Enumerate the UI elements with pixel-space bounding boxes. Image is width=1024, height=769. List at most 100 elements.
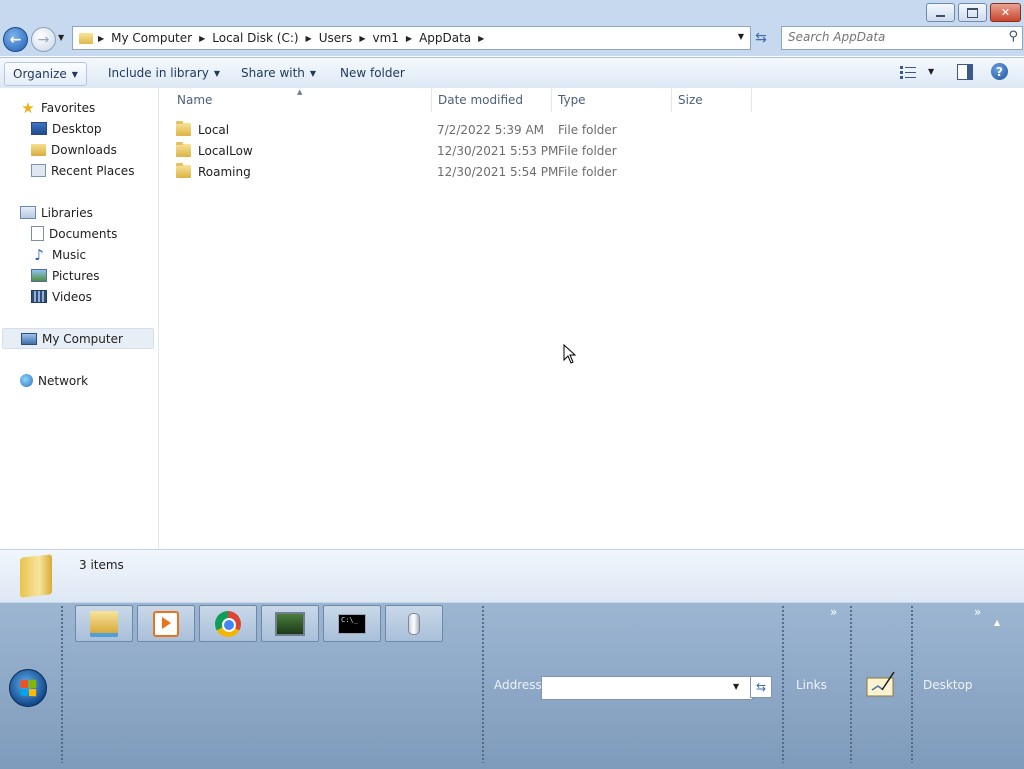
column-header-type[interactable]: Type	[552, 88, 672, 112]
forward-button[interactable]: →	[31, 27, 56, 52]
restore-button[interactable]	[958, 3, 987, 22]
file-type: File folder	[558, 143, 617, 158]
column-header-size[interactable]: Size	[672, 88, 752, 112]
go-button[interactable]: ⇆	[750, 676, 772, 698]
table-row[interactable]: Local 7/2/2022 5:39 AM File folder	[171, 119, 731, 140]
view-options-dropdown[interactable]: ▼	[928, 67, 934, 76]
nav-pictures[interactable]: Pictures	[31, 265, 100, 286]
nav-documents-label: Documents	[49, 226, 118, 241]
breadcrumb-local-disk[interactable]: Local Disk (C:)	[206, 31, 304, 45]
chevron-down-icon: ▼	[71, 69, 78, 79]
nav-documents[interactable]: Documents	[31, 223, 117, 244]
address-bar[interactable]: ▶ My Computer ▶ Local Disk (C:) ▶ Users …	[72, 26, 751, 50]
links-toolbar-label: Links	[796, 678, 827, 692]
chevron-right-icon[interactable]: ▶	[358, 34, 366, 43]
address-row: ← → ▼ ▶ My Computer ▶ Local Disk (C:) ▶ …	[0, 24, 1024, 56]
nav-music[interactable]: ♪ Music	[31, 244, 86, 265]
column-header-date-modified[interactable]: Date modified	[432, 88, 552, 112]
share-with-button[interactable]: Share with ▼	[233, 62, 324, 84]
search-icon[interactable]: ⚲	[1008, 29, 1018, 44]
command-prompt-icon: C:\_	[338, 613, 366, 634]
nav-videos[interactable]: Videos	[31, 286, 92, 307]
taskbar-chrome-button[interactable]	[199, 605, 257, 642]
breadcrumb-vm1[interactable]: vm1	[366, 31, 404, 45]
documents-icon	[31, 226, 44, 241]
recent-places-icon	[31, 164, 46, 177]
music-note-icon: ♪	[34, 245, 44, 264]
breadcrumb-users[interactable]: Users	[313, 31, 359, 45]
toolbar-grip[interactable]	[849, 605, 854, 763]
nav-libraries[interactable]: Libraries	[20, 202, 93, 223]
network-icon	[20, 374, 33, 387]
desktop-icon	[31, 122, 47, 135]
file-type: File folder	[558, 122, 617, 137]
chevron-right-icon[interactable]: ▶	[198, 34, 206, 43]
address-toolbar-label: Address	[494, 678, 542, 692]
address-history-dropdown[interactable]: ▼	[738, 32, 744, 41]
preview-pane-icon[interactable]	[957, 64, 973, 80]
start-button[interactable]	[9, 669, 47, 707]
scroll-up-icon[interactable]: ▲	[994, 618, 1000, 627]
media-player-icon	[153, 610, 179, 637]
share-with-label: Share with	[241, 66, 305, 80]
toolbar-grip[interactable]	[481, 605, 486, 763]
taskbar-address-input[interactable]	[541, 676, 753, 700]
taskbar-speech-button[interactable]	[385, 605, 443, 642]
search-input[interactable]	[782, 27, 1004, 47]
chevron-right-icon[interactable]: ▶	[477, 34, 485, 43]
include-in-library-button[interactable]: Include in library ▼	[100, 62, 228, 84]
file-date: 7/2/2022 5:39 AM	[437, 122, 545, 137]
breadcrumb-my-computer[interactable]: My Computer	[105, 31, 198, 45]
folder-icon	[20, 554, 52, 598]
file-name: Local	[198, 122, 230, 137]
nav-my-computer[interactable]: My Computer	[2, 328, 154, 349]
toolbar-grip[interactable]	[60, 605, 65, 763]
chrome-icon	[215, 610, 241, 637]
folder-icon	[79, 32, 93, 44]
chevron-right-icon[interactable]: ▶	[405, 34, 413, 43]
new-folder-button[interactable]: New folder	[332, 62, 413, 84]
command-bar: Organize ▼ Include in library ▼ Share with…	[0, 57, 1024, 89]
folder-icon	[176, 163, 191, 178]
desktop-overflow-chevron-icon[interactable]: »	[974, 605, 981, 619]
toolbar-grip[interactable]	[781, 605, 786, 763]
navigation-pane: ★ Favorites Desktop Downloads Recent Plac…	[0, 88, 159, 549]
minimize-button[interactable]	[926, 3, 955, 22]
forward-arrow-icon: →	[37, 31, 50, 48]
breadcrumb-appdata[interactable]: AppData	[413, 31, 477, 45]
organize-button[interactable]: Organize ▼	[4, 62, 87, 86]
change-view-icon[interactable]	[900, 65, 916, 79]
nav-network[interactable]: Network	[20, 370, 88, 391]
nav-recent-places[interactable]: Recent Places	[31, 160, 134, 181]
nav-favorites[interactable]: ★ Favorites	[20, 97, 95, 118]
refresh-button[interactable]: ⇆	[750, 27, 772, 49]
back-button[interactable]: ←	[3, 27, 28, 52]
chevron-right-icon[interactable]: ▶	[305, 34, 313, 43]
search-box[interactable]: ⚲	[781, 26, 1023, 50]
taskbar-media-player-button[interactable]	[137, 605, 195, 642]
nav-desktop[interactable]: Desktop	[31, 118, 102, 139]
close-icon: ✕	[1000, 6, 1011, 19]
taskbar: C:\_ Address ▼ ⇆ Links » Desktop » ▲	[0, 602, 1024, 769]
chevron-right-icon[interactable]: ▶	[97, 34, 105, 43]
help-icon[interactable]: ?	[991, 63, 1008, 80]
table-row[interactable]: LocalLow 12/30/2021 5:53 PM File folder	[171, 140, 731, 161]
title-bar: ✕	[0, 0, 1024, 24]
recent-pages-dropdown[interactable]: ▼	[58, 33, 64, 42]
desktop-toolbar-icon[interactable]	[866, 670, 896, 698]
close-button[interactable]: ✕	[990, 3, 1021, 22]
taskbar-command-prompt-button[interactable]: C:\_	[323, 605, 381, 642]
chevron-down-icon[interactable]: ▼	[733, 682, 739, 691]
taskbar-explorer-button[interactable]	[75, 605, 133, 642]
nav-downloads[interactable]: Downloads	[31, 139, 117, 160]
file-name: Roaming	[198, 164, 251, 179]
restore-icon	[967, 7, 978, 18]
star-icon: ★	[21, 98, 35, 117]
taskbar-task-manager-button[interactable]	[261, 605, 319, 642]
table-row[interactable]: Roaming 12/30/2021 5:54 PM File folder	[171, 161, 731, 182]
nav-pictures-label: Pictures	[52, 268, 100, 283]
toolbar-grip[interactable]	[910, 605, 915, 763]
links-overflow-chevron-icon[interactable]: »	[830, 605, 837, 619]
minimize-icon	[936, 14, 945, 17]
downloads-folder-icon	[31, 143, 46, 156]
